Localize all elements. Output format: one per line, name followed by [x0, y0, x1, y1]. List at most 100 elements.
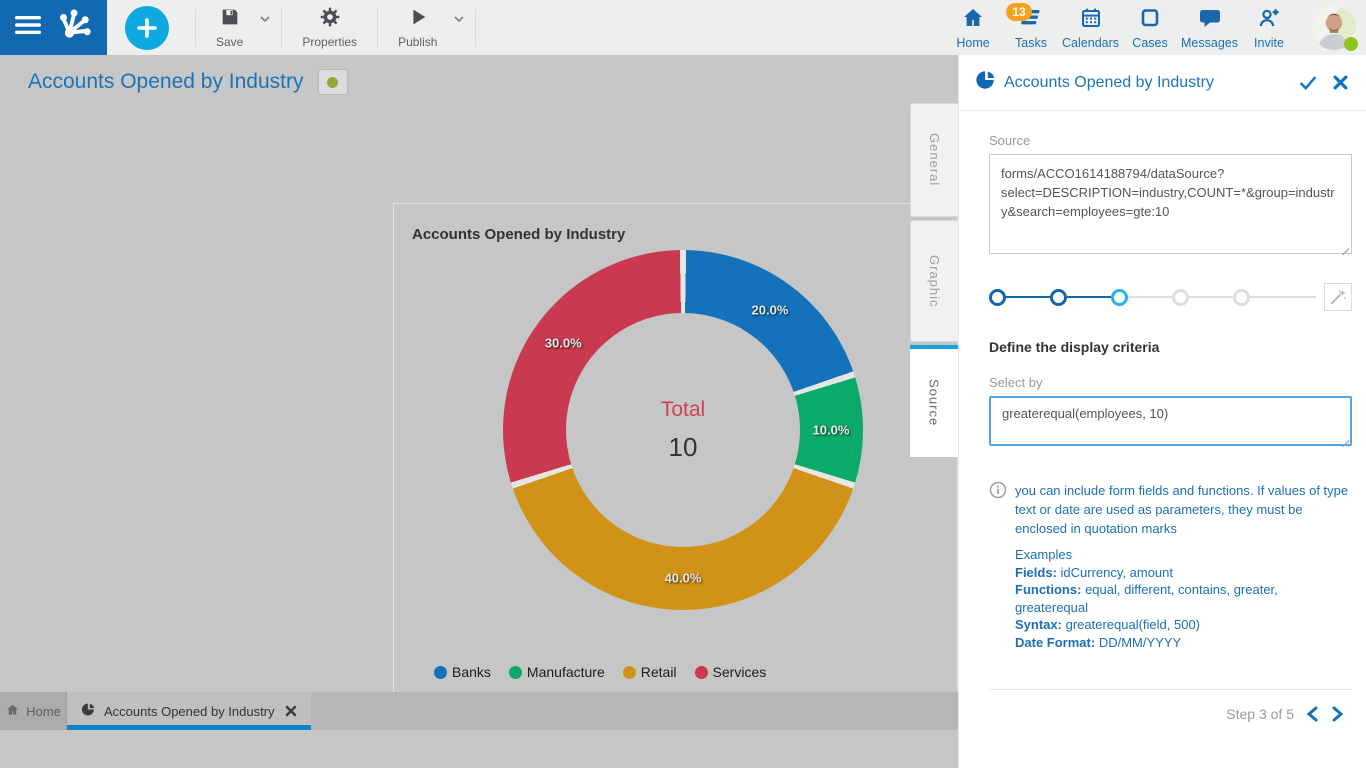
legend-item-retail[interactable]: Retail: [623, 664, 677, 680]
toolbar-separator: [281, 9, 282, 47]
step-indicator: Step 3 of 5: [1226, 706, 1294, 722]
play-icon: [407, 6, 429, 33]
examples-dateformat: Date Format: DD/MM/YYYY: [1015, 634, 1352, 652]
panel-side-tabs: General Graphic Source: [910, 103, 958, 460]
nav-cases-label: Cases: [1132, 36, 1167, 50]
settings-panel: Accounts Opened by Industry Source forms…: [958, 55, 1366, 768]
app-logo-block[interactable]: [0, 0, 107, 55]
bottom-tab-chart-label: Accounts Opened by Industry: [104, 704, 275, 719]
nav-messages[interactable]: Messages: [1179, 6, 1240, 50]
select-by-textarea[interactable]: greaterequal(employees, 10): [989, 396, 1352, 446]
step-dot-2[interactable]: [1050, 289, 1067, 306]
panel-header: Accounts Opened by Industry: [959, 55, 1366, 111]
legend-dot: [434, 666, 447, 679]
slice-label-retail: 40.0%: [665, 571, 702, 586]
bottom-tab-bar: Home Accounts Opened by Industry: [0, 692, 958, 730]
step-dot-5[interactable]: [1233, 289, 1250, 306]
add-person-icon: [1256, 6, 1282, 35]
close-panel-icon[interactable]: [1333, 75, 1348, 90]
nav-invite-label: Invite: [1254, 36, 1284, 50]
legend-label: Services: [713, 664, 767, 680]
pie-chart-icon: [81, 702, 96, 720]
footer-divider: [989, 689, 1352, 690]
chart-title: Accounts Opened by Industry: [412, 226, 625, 243]
step-dot-1[interactable]: [989, 289, 1006, 306]
home-icon: [5, 703, 20, 720]
user-avatar[interactable]: [1312, 6, 1356, 50]
nav-cases[interactable]: Cases: [1121, 6, 1179, 50]
page-title-row: Accounts Opened by Industry: [28, 69, 348, 95]
wizard-stepper: [989, 283, 1352, 311]
info-row: you can include form fields and function…: [989, 481, 1352, 538]
nav-home-label: Home: [956, 36, 989, 50]
source-textarea[interactable]: forms/ACCO1614188794/dataSource?select=D…: [989, 154, 1352, 254]
legend-dot: [623, 666, 636, 679]
nav-home[interactable]: Home: [944, 6, 1002, 50]
legend-item-services[interactable]: Services: [695, 664, 767, 680]
nav-invite[interactable]: Invite: [1240, 6, 1298, 50]
step-dot-3[interactable]: [1111, 289, 1128, 306]
calendar-icon: [1078, 6, 1104, 35]
source-label: Source: [989, 133, 1352, 148]
save-dropdown-chevron-icon[interactable]: [257, 11, 273, 32]
nav-calendars[interactable]: Calendars: [1060, 6, 1121, 50]
save-button[interactable]: Save: [202, 0, 257, 55]
nav-tasks-label: Tasks: [1015, 36, 1047, 50]
magic-wand-button[interactable]: [1324, 283, 1352, 311]
slice-label-manufacture: 10.0%: [813, 423, 850, 438]
examples-block: Examples Fields: idCurrency, amount Func…: [1015, 546, 1352, 651]
confirm-check-icon[interactable]: [1299, 75, 1317, 91]
next-step-chevron-icon[interactable]: [1331, 706, 1344, 722]
examples-syntax: Syntax: greaterequal(field, 500): [1015, 616, 1352, 634]
nav-messages-label: Messages: [1181, 36, 1238, 50]
toolbar-separator: [195, 9, 196, 47]
save-icon: [219, 6, 241, 33]
select-by-label: Select by: [989, 375, 1352, 390]
legend-label: Banks: [452, 664, 491, 680]
properties-label: Properties: [302, 35, 357, 49]
criteria-heading: Define the display criteria: [989, 339, 1352, 355]
tab-graphic[interactable]: Graphic: [910, 220, 958, 342]
bottom-tab-home[interactable]: Home: [0, 692, 67, 730]
donut-total-label: Total: [661, 398, 705, 422]
donut-chart[interactable]: Total 10 20.0%10.0%40.0%30.0%: [503, 250, 863, 610]
slice-label-services: 30.0%: [545, 336, 582, 351]
step-connector: [1189, 296, 1233, 298]
save-label: Save: [216, 35, 243, 49]
tab-general[interactable]: General: [910, 103, 958, 217]
widget-status-button[interactable]: [318, 69, 348, 95]
online-status-dot: [1344, 37, 1358, 51]
legend-item-manufacture[interactable]: Manufacture: [509, 664, 605, 680]
topbar-nav: Home 13 Tasks Calendars: [944, 6, 1366, 50]
close-tab-icon[interactable]: [285, 705, 297, 717]
step-dot-4[interactable]: [1172, 289, 1189, 306]
nav-tasks[interactable]: 13 Tasks: [1002, 6, 1060, 50]
add-button[interactable]: [125, 6, 169, 50]
publish-button[interactable]: Publish: [384, 0, 451, 55]
step-connector: [1128, 296, 1172, 298]
step-connector: [1006, 296, 1050, 298]
tab-source[interactable]: Source: [910, 345, 958, 457]
publish-dropdown-chevron-icon[interactable]: [451, 11, 467, 32]
panel-title: Accounts Opened by Industry: [1004, 74, 1283, 92]
step-connector: [1250, 296, 1316, 298]
tasks-badge: 13: [1006, 3, 1032, 21]
legend-dot: [695, 666, 708, 679]
donut-total-value: 10: [669, 432, 698, 463]
legend-label: Manufacture: [527, 664, 605, 680]
bottom-tab-home-label: Home: [26, 704, 61, 719]
hamburger-menu-icon[interactable]: [15, 15, 41, 40]
pie-chart-icon: [975, 69, 997, 96]
properties-button[interactable]: Properties: [288, 0, 371, 55]
bottom-tab-chart[interactable]: Accounts Opened by Industry: [67, 692, 311, 730]
legend-item-banks[interactable]: Banks: [434, 664, 491, 680]
examples-functions: Functions: equal, different, contains, g…: [1015, 581, 1352, 616]
chart-legend: Banks Manufacture Retail Services: [434, 664, 766, 680]
toolbar-separator: [475, 9, 476, 47]
previous-step-chevron-icon[interactable]: [1306, 706, 1319, 722]
page-title: Accounts Opened by Industry: [28, 70, 304, 94]
legend-label: Retail: [641, 664, 677, 680]
examples-fields: Fields: idCurrency, amount: [1015, 564, 1352, 582]
green-status-icon: [327, 77, 338, 88]
chart-widget[interactable]: Accounts Opened by Industry Total 10 20.…: [393, 203, 958, 703]
